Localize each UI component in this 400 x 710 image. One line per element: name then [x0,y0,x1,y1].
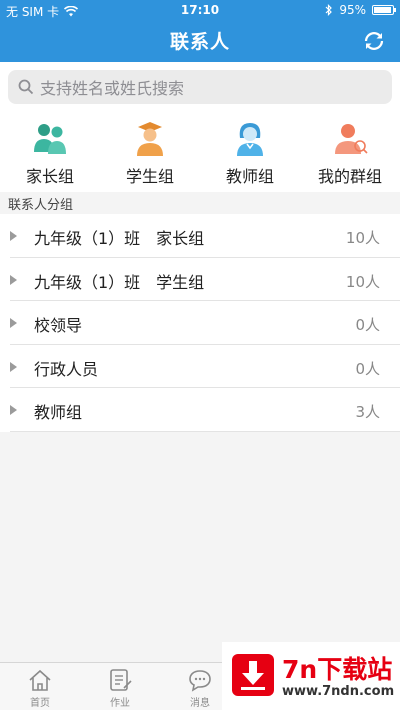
group-shortcuts: 家长组 学生组 教师组 我的群组 [0,112,400,192]
search-bar: 支持姓名或姓氏搜索 [0,62,400,112]
group-name: 九年级（1）班 学生组 [34,272,205,292]
tab-label-home: 首页 [30,698,50,709]
group-label-my-groups: 我的群组 [317,167,382,186]
member-count: 10人 [345,272,380,291]
my-group-icon [335,124,368,154]
refresh-icon[interactable] [362,29,386,53]
parents-icon [34,124,66,154]
download-arrow-icon [241,661,265,690]
group-name: 校领导 [34,316,83,335]
battery-fill [374,7,392,13]
contact-group-list: 九年级（1）班 家长组 10人 九年级（1）班 学生组 10人 校领导 0人 行… [0,214,400,432]
status-bar: 无 SIM 卡 17:10 95% [0,0,400,20]
section-title: 联系人分组 [8,198,74,213]
group-students[interactable]: 学生组 [100,112,200,192]
group-name: 行政人员 [34,359,99,379]
nav-header: 无 SIM 卡 17:10 95% 联系人 [0,0,400,62]
group-parents[interactable]: 家长组 [0,112,100,192]
caret-right-icon [10,318,17,328]
group-name: 教师组 [34,403,83,422]
caret-right-icon [10,405,17,415]
member-count: 3人 [355,403,380,421]
search-placeholder: 支持姓名或姓氏搜索 [40,79,185,98]
message-icon [189,670,211,692]
group-name: 九年级（1）班 家长组 [34,229,205,248]
watermark-brand: 7n下载站 [282,655,393,684]
group-my-groups[interactable]: 我的群组 [300,112,400,192]
teacher-icon [237,123,263,156]
battery-icon [372,5,396,15]
homework-icon [110,669,132,691]
status-right: 95% [325,3,396,17]
watermark: 7n下载站 www.7ndn.com [222,642,400,710]
search-input[interactable]: 支持姓名或姓氏搜索 [8,70,392,104]
member-count: 0人 [355,316,380,334]
battery-percent: 95% [339,3,366,17]
download-icon [232,654,274,696]
list-item[interactable]: 校领导 0人 [10,301,400,345]
student-icon [137,122,163,156]
list-item[interactable]: 行政人员 0人 [10,345,400,388]
group-label-teachers: 教师组 [225,167,274,186]
list-item[interactable]: 九年级（1）班 家长组 10人 [10,214,400,258]
page-title: 联系人 [169,31,230,53]
member-count: 0人 [355,359,380,378]
bluetooth-icon [325,4,333,16]
group-label-students: 学生组 [125,167,174,186]
tab-messages[interactable]: 消息 [170,667,230,709]
watermark-url: www.7ndn.com [282,684,395,699]
caret-right-icon [10,274,17,285]
group-teachers[interactable]: 教师组 [200,112,300,192]
tab-label-homework: 作业 [110,698,130,709]
list-item[interactable]: 教师组 3人 [10,388,400,432]
group-label-parents: 家长组 [25,167,74,186]
tab-label-messages: 消息 [190,698,210,709]
list-item[interactable]: 九年级（1）班 学生组 10人 [10,258,400,301]
member-count: 10人 [345,229,380,247]
caret-right-icon [10,231,17,241]
caret-right-icon [10,361,17,372]
tab-homework[interactable]: 作业 [90,667,150,709]
tab-home[interactable]: 首页 [10,667,70,709]
home-icon [29,669,51,691]
search-icon [18,79,34,95]
